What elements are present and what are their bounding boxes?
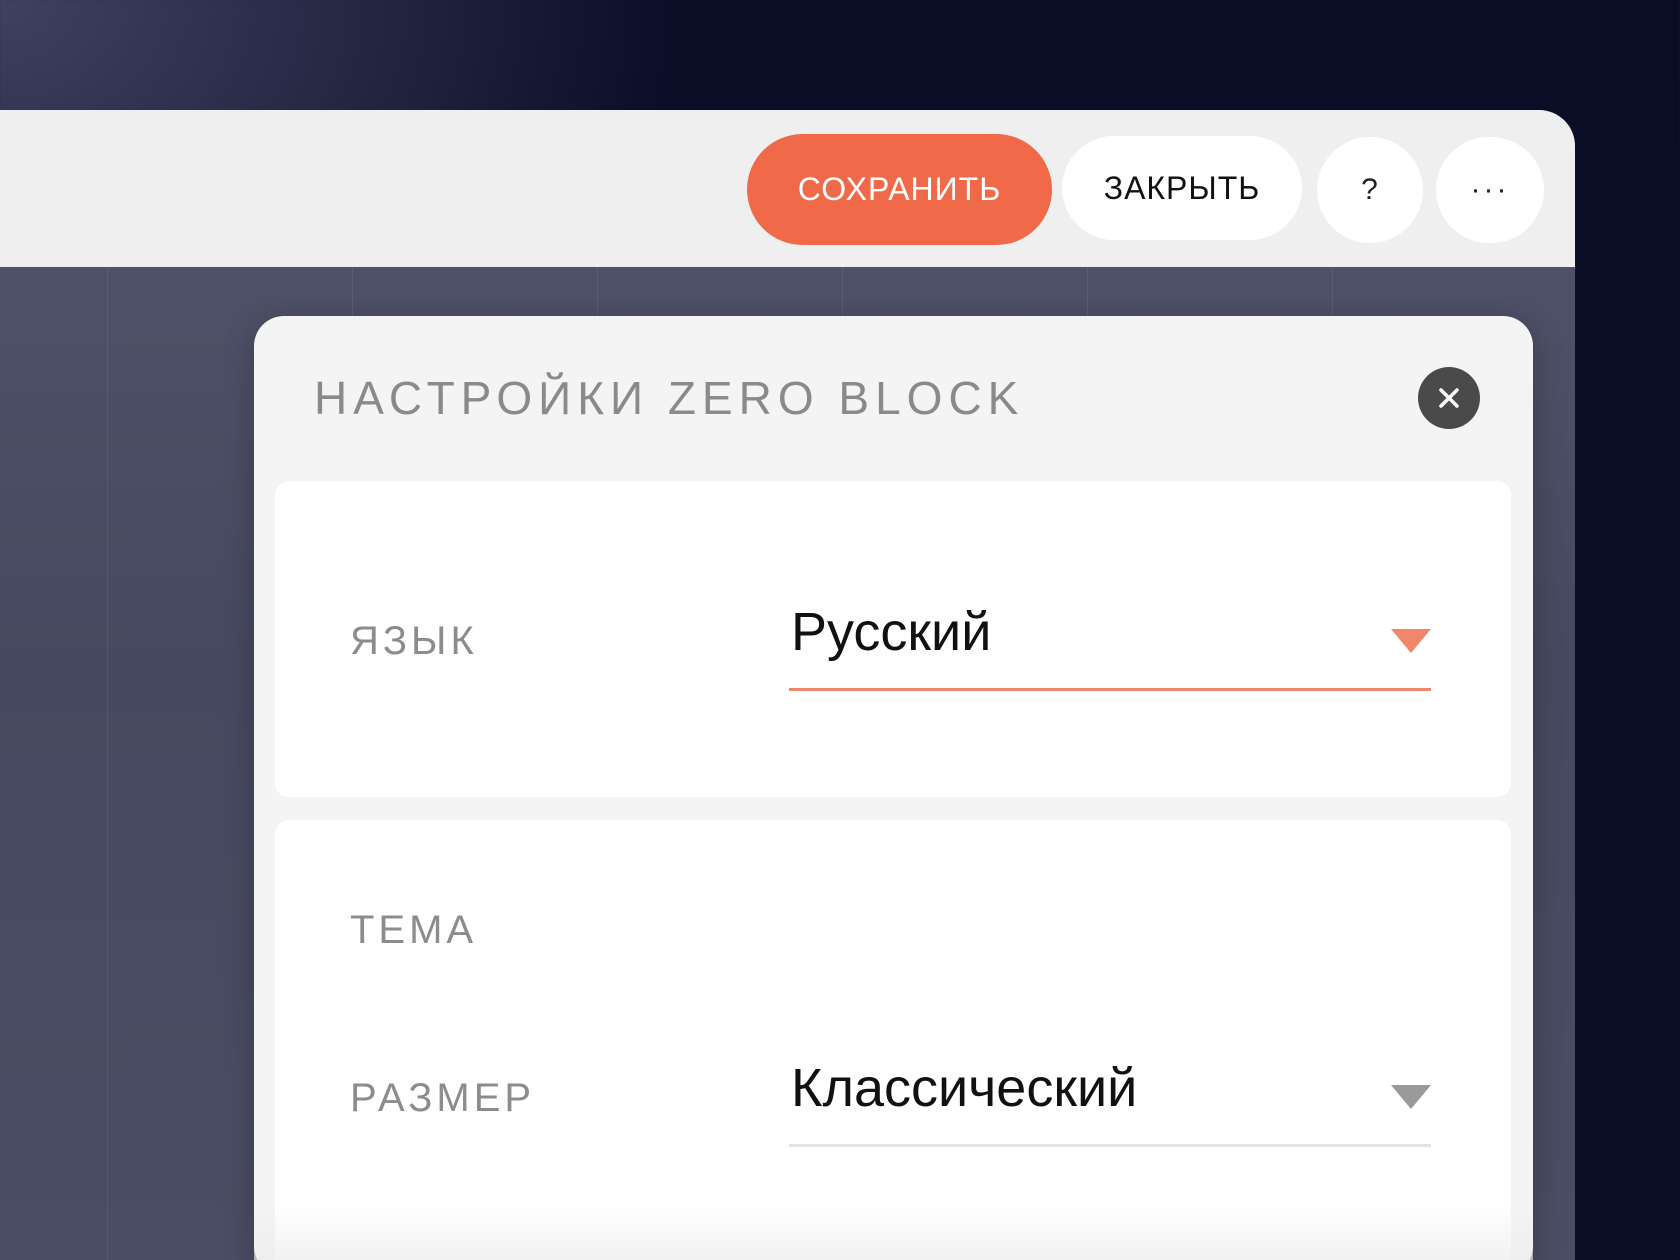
- close-icon: [1439, 388, 1459, 408]
- settings-panel: НАСТРОЙКИ ZERO BLOCK ЯЗЫК Русский ТЕМА Р…: [254, 316, 1533, 1260]
- close-editor-button[interactable]: ЗАКРЫТЬ: [1062, 136, 1302, 240]
- panel-title: НАСТРОЙКИ ZERO BLOCK: [314, 372, 1025, 424]
- help-button[interactable]: ?: [1317, 137, 1423, 243]
- select-underline: [789, 688, 1431, 691]
- panel-close-button[interactable]: [1418, 367, 1480, 429]
- select-underline: [789, 1144, 1431, 1147]
- language-card: ЯЗЫК Русский: [275, 481, 1511, 797]
- grid-line: [107, 267, 108, 1260]
- language-label: ЯЗЫК: [350, 619, 478, 663]
- theme-card: ТЕМА РАЗМЕР Классический: [275, 820, 1511, 1260]
- more-options-button[interactable]: ···: [1436, 137, 1544, 243]
- chevron-down-icon: [1391, 1085, 1431, 1109]
- size-select[interactable]: Классический: [789, 1055, 1431, 1147]
- top-toolbar: СОХРАНИТЬ ЗАКРЫТЬ ? ···: [0, 110, 1575, 267]
- help-icon: ?: [1361, 173, 1379, 206]
- size-label: РАЗМЕР: [350, 1076, 536, 1120]
- chevron-down-icon: [1391, 629, 1431, 653]
- language-select[interactable]: Русский: [789, 599, 1431, 691]
- size-value: Классический: [791, 1058, 1138, 1118]
- theme-label: ТЕМА: [350, 908, 478, 952]
- language-value: Русский: [791, 602, 992, 662]
- more-icon: ···: [1470, 173, 1510, 206]
- save-button[interactable]: СОХРАНИТЬ: [747, 134, 1052, 245]
